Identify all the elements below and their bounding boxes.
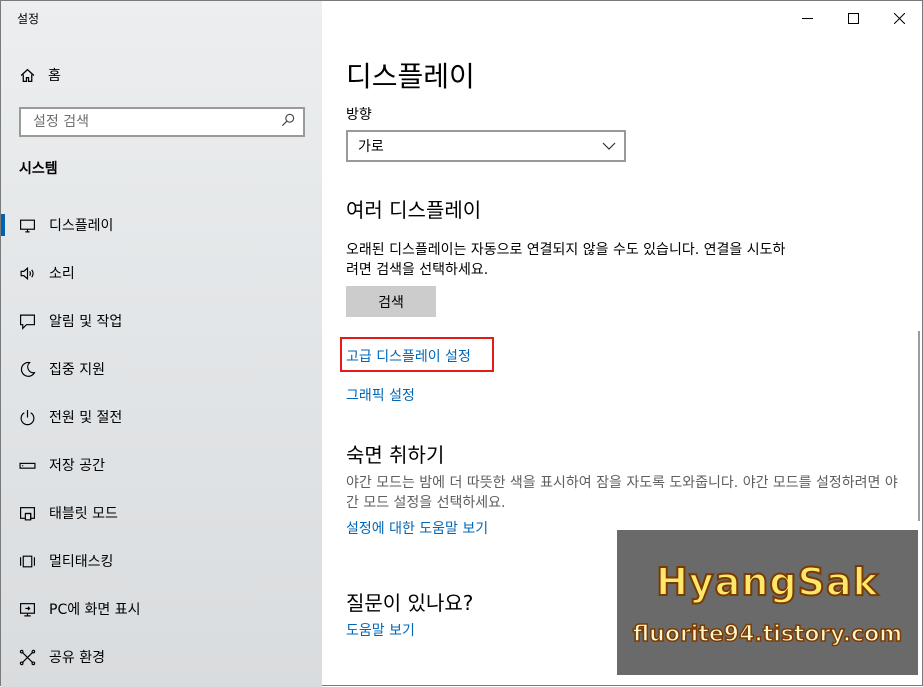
window-controls [784,1,922,35]
multi-display-heading: 여러 디스플레이 [346,198,482,222]
sidebar-item-label: 소리 [49,266,75,282]
sidebar: 설정 홈 시스템 디스플레이 [1,1,322,687]
sidebar-item-label: 알림 및 작업 [49,314,123,330]
settings-search-box[interactable] [19,107,305,137]
share-icon [19,649,36,666]
sidebar-item-label: 저장 공간 [49,458,105,474]
close-button[interactable] [876,1,922,35]
home-link[interactable]: 홈 [19,63,61,87]
watermark-url: fluorite94.tistory.com [632,621,903,648]
notification-icon [19,313,36,330]
settings-search-input[interactable] [31,113,265,131]
orientation-label: 방향 [346,107,372,123]
monitor-icon [19,217,36,234]
graphics-settings-link[interactable]: 그래픽 설정 [346,385,415,405]
multitask-icon [19,553,36,570]
watermark: HyangSak fluorite94.tistory.com [617,530,918,675]
sidebar-item-notifications[interactable]: 알림 및 작업 [1,297,322,345]
minimize-icon [801,17,813,19]
project-icon [19,601,36,618]
multi-display-description: 오래된 디스플레이는 자동으로 연결되지 않을 수도 있습니다. 연결을 시도하… [346,242,786,278]
question-heading: 질문이 있나요? [346,591,474,615]
sidebar-section-title: 시스템 [19,161,58,177]
detect-button[interactable]: 검색 [346,286,436,317]
sidebar-item-label: 공유 환경 [49,650,105,666]
speaker-icon [19,265,36,282]
scrollbar[interactable] [918,331,920,521]
app-title: 설정 [17,12,40,26]
sidebar-item-label: 디스플레이 [49,218,114,234]
sidebar-item-focus-assist[interactable]: 집중 지원 [1,345,322,393]
power-icon [19,409,36,426]
page-title: 디스플레이 [346,60,475,93]
maximize-button[interactable] [830,1,876,35]
sidebar-item-project[interactable]: PC에 화면 표시 [1,585,322,633]
orientation-value: 가로 [358,139,384,155]
home-label: 홈 [48,68,61,84]
night-light-heading: 숙면 취하기 [346,443,445,467]
orientation-dropdown[interactable]: 가로 [346,130,626,162]
moon-icon [19,361,36,378]
sidebar-item-power[interactable]: 전원 및 절전 [1,393,322,441]
storage-icon [19,457,36,474]
home-icon [19,67,36,84]
maximize-icon [847,12,859,24]
highlight-box [340,337,494,372]
sidebar-item-multitasking[interactable]: 멀티태스킹 [1,537,322,585]
sidebar-item-label: 태블릿 모드 [49,506,118,522]
sidebar-item-label: PC에 화면 표시 [49,602,141,618]
help-link[interactable]: 도움말 보기 [346,620,415,640]
search-icon[interactable] [281,113,295,131]
night-light-help-link[interactable]: 설정에 대한 도움말 보기 [346,518,488,538]
night-light-description: 야간 모드는 밤에 더 따뜻한 색을 표시하여 잠을 자도록 도와줍니다. 야간… [346,475,898,511]
sidebar-item-label: 멀티태스킹 [49,554,114,570]
sidebar-item-label: 집중 지원 [49,362,105,378]
minimize-button[interactable] [784,1,830,35]
tablet-icon [19,505,36,522]
sidebar-item-tablet-mode[interactable]: 태블릿 모드 [1,489,322,537]
close-icon [893,12,905,24]
chevron-down-icon [602,138,616,154]
settings-window: 설정 홈 시스템 디스플레이 [0,0,923,687]
sidebar-item-display[interactable]: 디스플레이 [1,201,322,249]
sidebar-item-label: 전원 및 절전 [49,410,123,426]
sidebar-item-storage[interactable]: 저장 공간 [1,441,322,489]
watermark-name: HyangSak [655,559,879,605]
sidebar-item-sound[interactable]: 소리 [1,249,322,297]
sidebar-item-shared-experiences[interactable]: 공유 환경 [1,633,322,681]
sidebar-nav: 디스플레이 소리 알림 및 작업 집중 지원 전원 및 절전 저장 공간 태블릿… [1,201,322,681]
